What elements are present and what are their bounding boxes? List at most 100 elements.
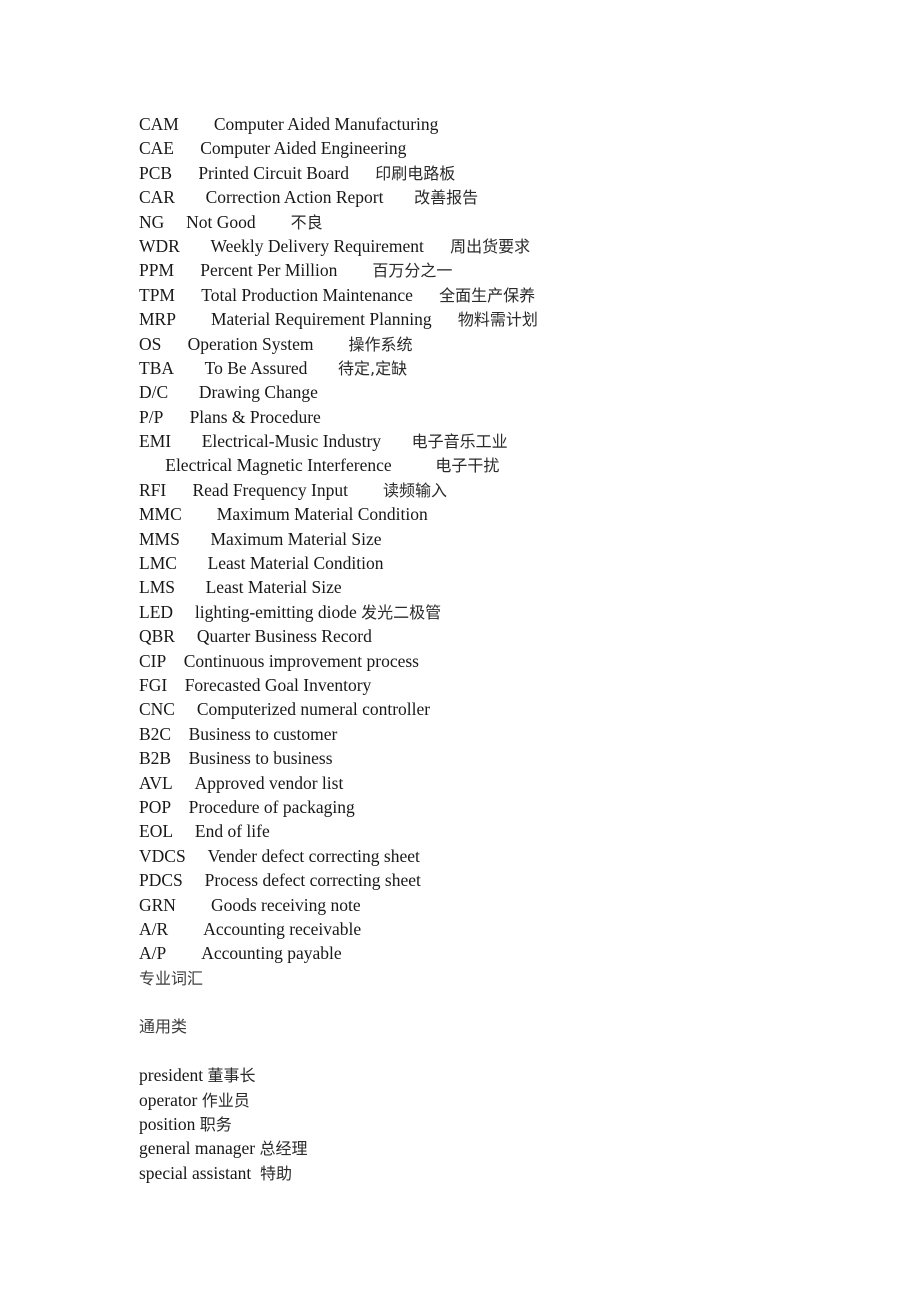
abbreviation-row: A/R Accounting receivable: [139, 917, 839, 941]
abbreviation-definition: Accounting receivable: [203, 918, 362, 939]
abbreviation-gap: [173, 773, 195, 793]
abbreviation-row: PPM Percent Per Million 百万分之一: [139, 258, 839, 282]
abbreviation-definition: Business to business: [188, 748, 333, 769]
abbreviation-gap: [164, 212, 186, 232]
definition-gap: [349, 163, 375, 183]
abbreviation-definition: Approved vendor list: [194, 772, 344, 793]
abbreviation-row: FGI Forecasted Goal Inventory: [139, 673, 839, 697]
abbreviation-definition: Goods receiving note: [210, 894, 361, 915]
abbreviation-row: NG Not Good 不良: [139, 210, 839, 234]
abbreviation-code: MMS: [139, 528, 180, 549]
definition-gap: [424, 236, 450, 256]
definition-gap: [348, 480, 383, 500]
term-english: special assistant: [139, 1162, 252, 1183]
abbreviation-code: OS: [139, 333, 162, 354]
abbreviation-definition: Computerized numeral controller: [196, 699, 431, 720]
abbreviation-code: VDCS: [139, 845, 186, 866]
abbreviation-gap: [171, 724, 189, 744]
abbreviation-definition: Least Material Condition: [207, 553, 384, 574]
definition-gap: [432, 309, 458, 329]
abbreviation-code: LMC: [139, 553, 177, 574]
abbreviation-definition: Computer Aided Manufacturing: [213, 114, 439, 134]
abbreviation-code: RFI: [139, 479, 167, 500]
abbreviation-definition: Maximum Material Condition: [216, 504, 428, 525]
abbreviation-definition: Printed Circuit Board: [198, 162, 350, 183]
abbreviation-gap: [177, 553, 208, 573]
abbreviation-chinese-translation: 待定,定缺: [338, 358, 408, 378]
definition-gap: [381, 431, 412, 451]
term-english: president: [139, 1065, 204, 1086]
abbreviation-gap: [174, 260, 200, 280]
abbreviation-code: QBR: [139, 626, 175, 647]
abbreviation-code: TBA: [139, 357, 174, 378]
abbreviation-gap: [175, 187, 206, 207]
abbreviation-row: MMS Maximum Material Size: [139, 527, 839, 551]
abbreviation-gap: [161, 334, 187, 354]
abbreviation-gap: [182, 504, 217, 524]
abbreviation-code: P/P: [139, 406, 164, 427]
abbreviation-code: CIP: [139, 650, 167, 671]
abbreviation-code: PCB: [139, 162, 173, 183]
term-row: position 职务: [139, 1112, 839, 1136]
abbreviation-definition: Maximum Material Size: [210, 528, 382, 549]
abbreviation-definition: Percent Per Million: [200, 260, 338, 281]
term-english: position: [139, 1114, 196, 1135]
abbreviation-row: CAE Computer Aided Engineering: [139, 136, 839, 160]
abbreviation-definition: Continuous improvement process: [183, 650, 419, 671]
abbreviation-gap: [175, 699, 197, 719]
abbreviation-definition: Weekly Delivery Requirement: [210, 235, 424, 256]
abbreviation-code: NG: [139, 211, 165, 232]
abbreviation-gap: [183, 870, 205, 890]
abbreviation-chinese-translation: 读频输入: [383, 480, 448, 500]
abbreviation-code: CAR: [139, 187, 175, 208]
definition-gap: [256, 212, 291, 232]
abbreviation-chinese-translation: 电子干扰: [435, 456, 500, 476]
abbreviation-chinese-translation: 物料需计划: [457, 310, 538, 330]
term-row: president 董事长: [139, 1063, 839, 1087]
term-row: operator 作业员: [139, 1088, 839, 1112]
document-page: CAM Computer Aided Manufacturing CAE Comp…: [0, 0, 920, 1302]
abbreviation-definition: Accounting payable: [201, 943, 342, 964]
abbreviation-gap: [171, 748, 189, 768]
abbreviation-row: OS Operation System 操作系统: [139, 332, 839, 356]
abbreviation-row: AVL Approved vendor list: [139, 771, 839, 795]
term-chinese-translation: 董事长: [207, 1066, 256, 1086]
abbreviation-row: RFI Read Frequency Input 读频输入: [139, 478, 839, 502]
abbreviation-chinese-translation: 电子音乐工业: [411, 432, 508, 452]
section-heading-2-text: 通用类: [139, 1017, 188, 1037]
abbreviation-definition: lighting-emitting diode: [194, 601, 357, 622]
term-chinese-translation: 特助: [260, 1163, 293, 1183]
abbreviation-gap: [173, 821, 195, 841]
definition-gap: [337, 260, 372, 280]
abbreviation-definition: Forecasted Goal Inventory: [184, 674, 372, 695]
abbreviation-definition: Correction Action Report: [205, 187, 384, 208]
abbreviation-definition: Electrical Magnetic Interference: [165, 455, 392, 476]
abbreviation-definition: Electrical-Music Industry: [201, 431, 382, 452]
abbreviation-row: LMC Least Material Condition: [139, 551, 839, 575]
abbreviation-definition: Quarter Business Record: [196, 626, 372, 647]
definition-gap: [413, 285, 439, 305]
abbreviation-definition: Business to customer: [188, 723, 338, 744]
abbreviation-gap: [139, 455, 165, 475]
abbreviation-code: EMI: [139, 431, 172, 452]
abbreviation-row: PCB Printed Circuit Board 印刷电路板: [139, 161, 839, 185]
abbreviation-code: MRP: [139, 309, 176, 330]
abbreviation-gap: [186, 846, 208, 866]
abbreviation-row: Electrical Magnetic Interference 电子干扰: [139, 453, 839, 477]
abbreviation-definition: End of life: [194, 821, 270, 842]
definition-gap: [314, 334, 349, 354]
abbreviation-row: LED lighting-emitting diode 发光二极管: [139, 600, 839, 624]
abbreviation-code: EOL: [139, 821, 174, 842]
abbreviation-row: D/C Drawing Change: [139, 380, 839, 404]
abbreviation-chinese-translation: 操作系统: [348, 334, 413, 354]
abbreviation-row: MMC Maximum Material Condition: [139, 502, 839, 526]
abbreviation-code: D/C: [139, 382, 169, 403]
abbreviation-gap: [172, 163, 198, 183]
abbreviation-code: AVL: [139, 772, 173, 793]
abbreviation-list: CAM Computer Aided Manufacturing CAE Comp…: [139, 112, 839, 966]
abbreviation-row: CAR Correction Action Report 改善报告: [139, 185, 839, 209]
document-body: CAM Computer Aided Manufacturing CAE Comp…: [139, 112, 839, 1185]
abbreviation-gap: [171, 797, 189, 817]
abbreviation-gap: [176, 309, 211, 329]
